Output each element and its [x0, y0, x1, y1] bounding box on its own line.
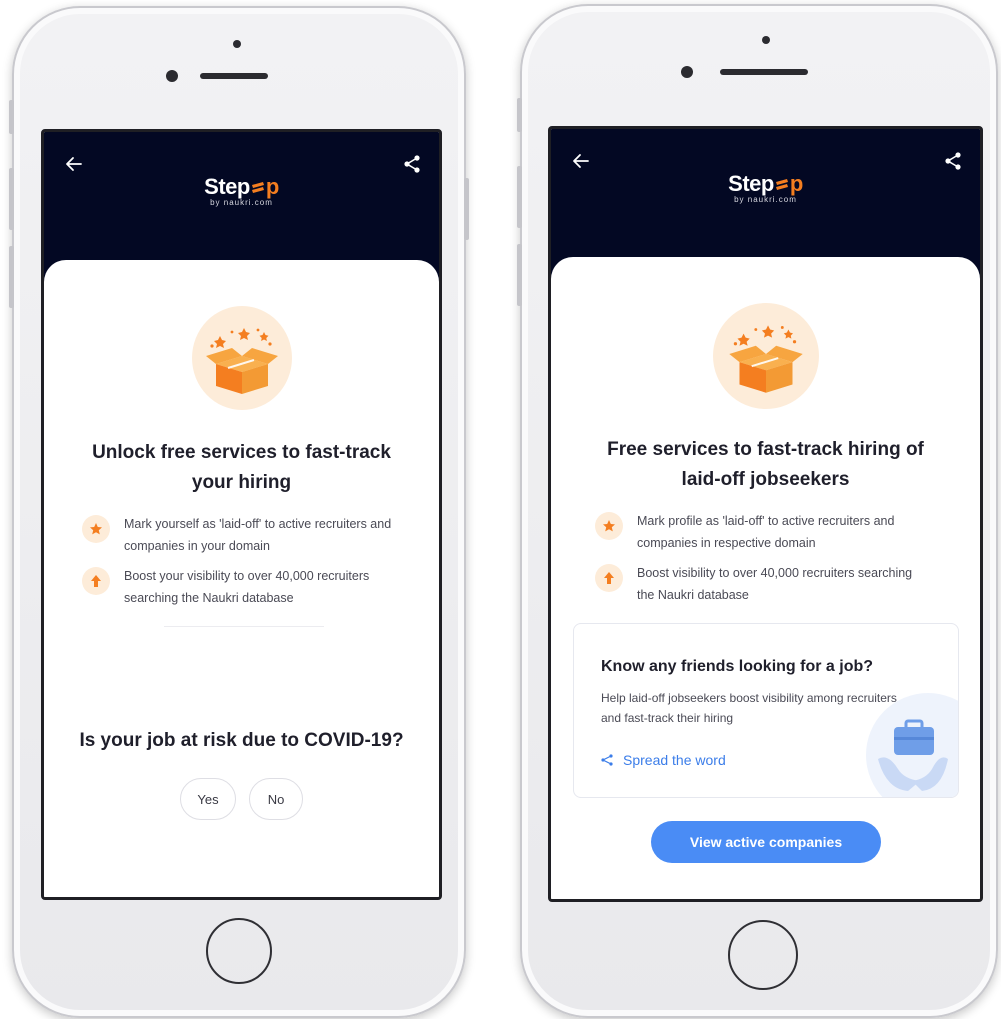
benefit-item: Mark yourself as 'laid-off' to active re…	[82, 513, 412, 557]
content-card: Unlock free services to fast-track your …	[44, 260, 439, 897]
benefit-text: Mark profile as 'laid-off' to active rec…	[637, 514, 895, 550]
volume-down-button	[517, 244, 522, 306]
front-camera	[681, 66, 693, 78]
power-button	[464, 178, 469, 240]
view-active-companies-button[interactable]: View active companies	[651, 821, 881, 863]
logo-mark-icon	[251, 182, 264, 193]
home-button	[206, 918, 272, 984]
volume-down-button	[9, 246, 14, 308]
no-button[interactable]: No	[249, 778, 303, 820]
benefit-item: Boost visibility to over 40,000 recruite…	[595, 562, 925, 606]
app-screen-left: Step p by naukri.com Unlock free service…	[41, 129, 442, 900]
logo-mark-icon	[775, 179, 788, 190]
divider	[164, 626, 324, 627]
logo-text-end: p	[265, 174, 279, 199]
risk-question: Is your job at risk due to COVID-19?	[79, 730, 404, 751]
page-title: Free services to fast-track hiring of la…	[607, 439, 924, 490]
mute-switch	[517, 98, 522, 132]
earpiece-speaker	[720, 69, 808, 75]
front-sensor	[762, 36, 770, 44]
logo-subtitle: by naukri.com	[210, 198, 273, 207]
bullet-icon-badge	[595, 512, 623, 540]
share-icon[interactable]	[944, 151, 962, 171]
star-icon	[90, 523, 102, 535]
logo-subtitle: by naukri.com	[734, 195, 797, 204]
home-button	[728, 920, 798, 990]
arrow-left-icon[interactable]	[571, 151, 591, 171]
refer-title: Know any friends looking for a job?	[601, 658, 874, 675]
arrow-up-icon	[91, 575, 101, 587]
arrow-left-icon[interactable]	[64, 154, 84, 174]
phone-frame-left: Step p by naukri.com Unlock free service…	[9, 6, 469, 1018]
benefit-item: Boost your visibility to over 40,000 rec…	[82, 565, 412, 609]
logo-text-start: Step	[728, 171, 774, 196]
benefit-text: Mark yourself as 'laid-off' to active re…	[124, 517, 392, 553]
bullet-icon-badge	[82, 515, 110, 543]
front-camera	[166, 70, 178, 82]
refer-description: Help laid-off jobseekers boost visibilit…	[601, 691, 897, 725]
gift-illustration	[713, 303, 819, 409]
benefit-text: Boost your visibility to over 40,000 rec…	[124, 569, 370, 605]
phone-frame-right: Step p by naukri.com Free services to fa…	[517, 4, 998, 1018]
page-title: Unlock free services to fast-track your …	[92, 442, 391, 493]
arrow-up-icon	[604, 572, 614, 584]
logo-text-end: p	[789, 171, 803, 196]
spread-the-word-label: Spread the word	[623, 752, 726, 768]
earpiece-speaker	[200, 73, 268, 79]
benefit-item: Mark profile as 'laid-off' to active rec…	[595, 510, 955, 554]
yes-button[interactable]: Yes	[180, 778, 236, 820]
spread-the-word-link[interactable]: Spread the word	[601, 752, 726, 768]
gift-illustration	[192, 306, 292, 410]
stepup-logo: Step p by naukri.com	[551, 171, 980, 204]
benefit-text: Boost visibility to over 40,000 recruite…	[637, 566, 913, 602]
front-sensor	[233, 40, 241, 48]
volume-up-button	[9, 168, 14, 230]
share-icon	[601, 754, 613, 766]
bullet-icon-badge	[595, 564, 623, 592]
share-icon[interactable]	[403, 154, 421, 174]
stepup-logo: Step p by naukri.com	[44, 174, 439, 207]
refer-friends-card: Know any friends looking for a job? Help…	[573, 623, 959, 798]
mute-switch	[9, 100, 14, 134]
gift-box-icon	[206, 328, 278, 394]
volume-up-button	[517, 166, 522, 228]
content-card: Free services to fast-track hiring of la…	[551, 257, 980, 899]
logo-text-start: Step	[204, 174, 250, 199]
gift-box-icon	[729, 325, 803, 393]
bullet-icon-badge	[82, 567, 110, 595]
app-screen-right: Step p by naukri.com Free services to fa…	[548, 126, 983, 902]
star-icon	[603, 520, 615, 532]
